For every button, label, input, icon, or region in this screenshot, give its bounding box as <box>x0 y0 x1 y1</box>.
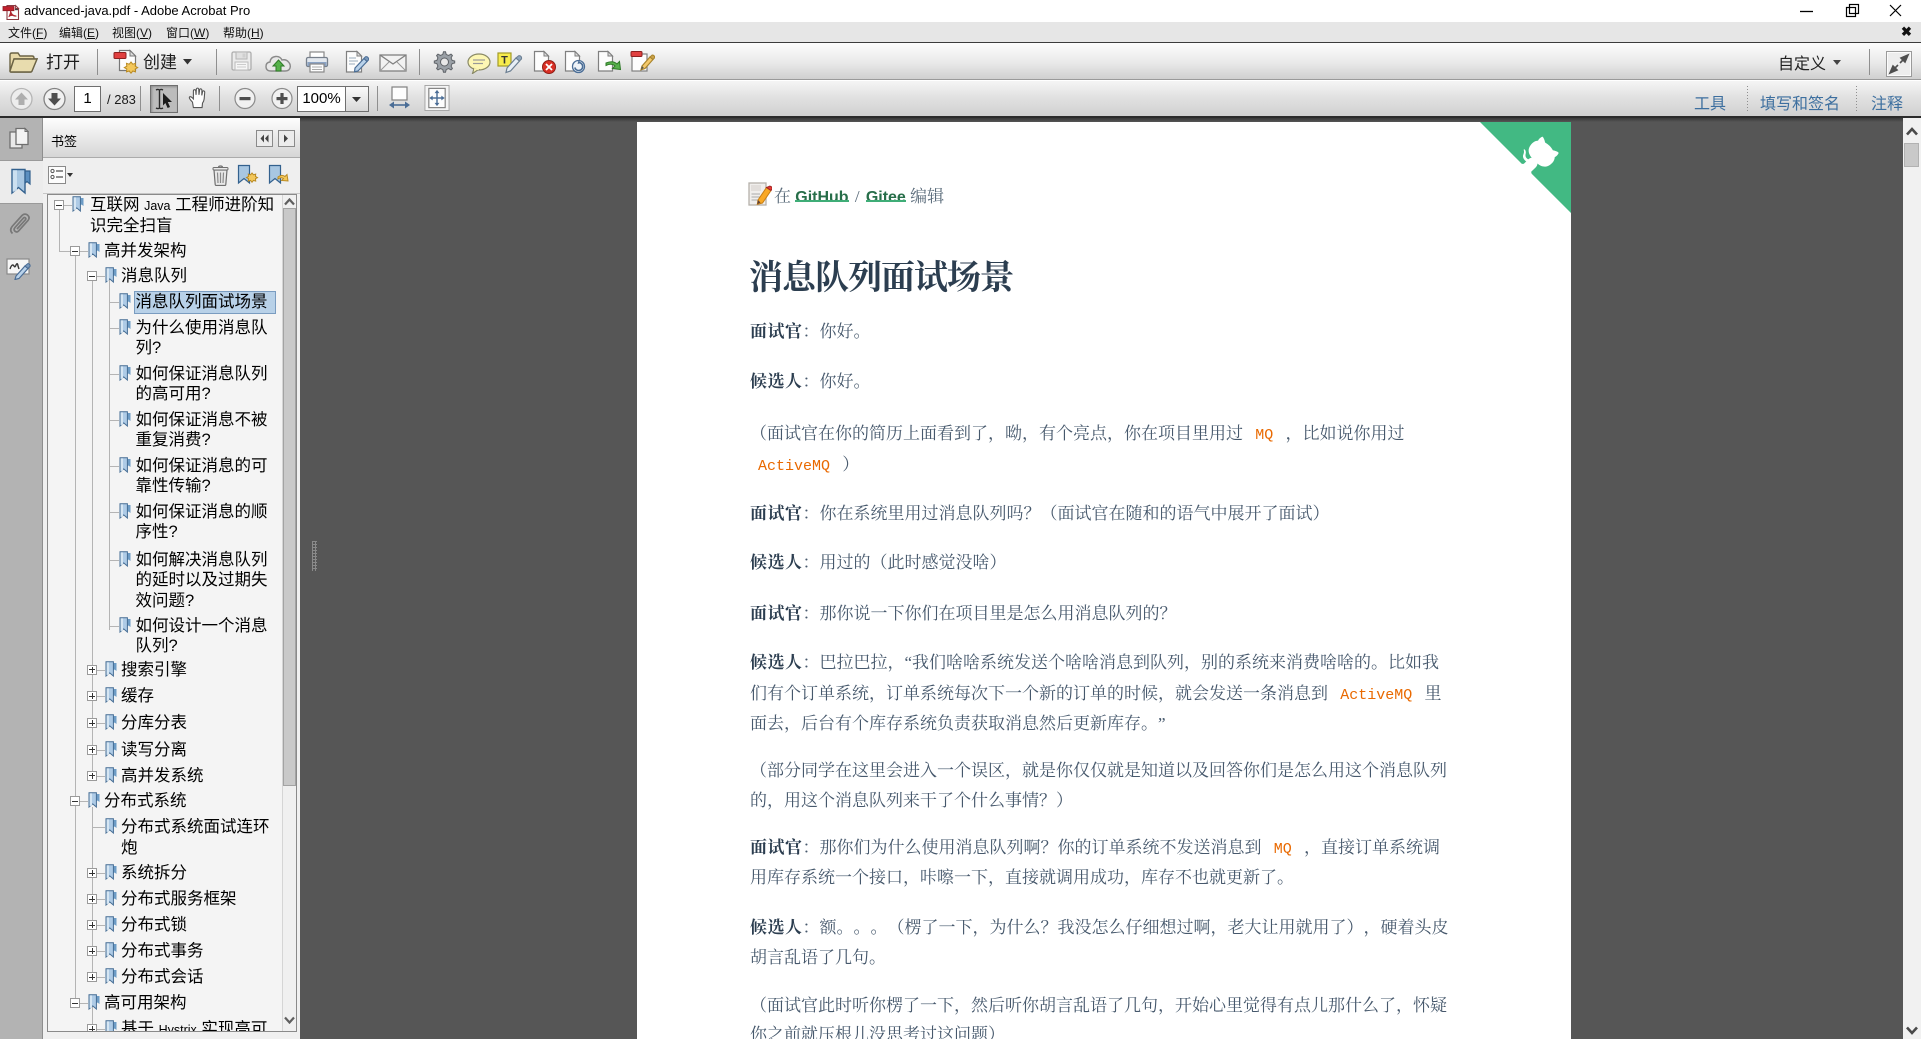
svg-text:T: T <box>501 55 508 67</box>
